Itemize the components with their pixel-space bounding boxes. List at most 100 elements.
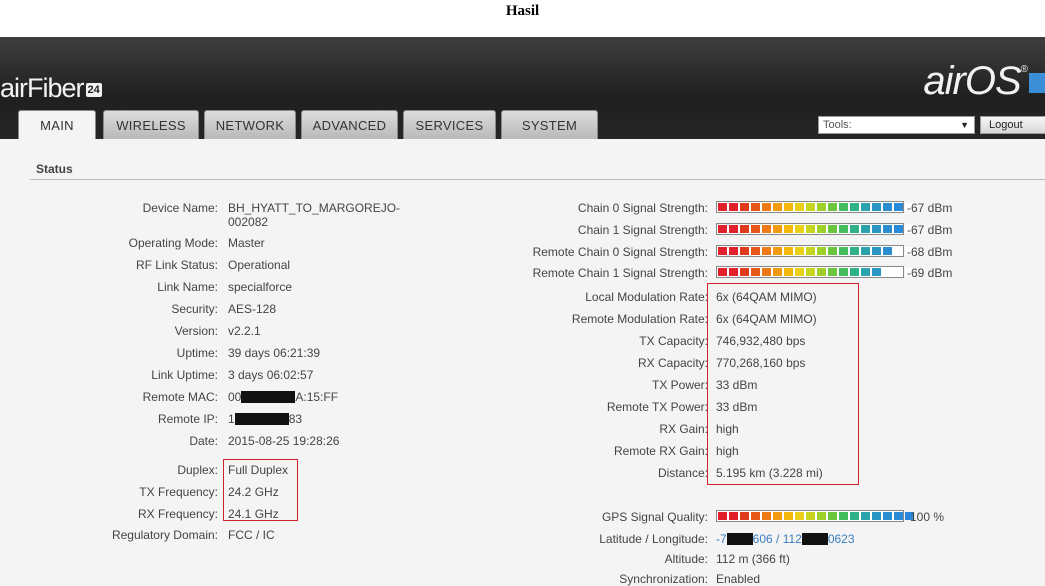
highlight-box-link-stats [707, 283, 859, 485]
signal-segment [773, 512, 782, 520]
signal-segment [773, 203, 782, 211]
tab-network[interactable]: NETWORK [204, 110, 296, 139]
lat-lon-link[interactable]: -7 606 / 112 0623 [716, 532, 855, 546]
chain0-signal-bar [716, 201, 914, 213]
signal-segment [784, 268, 793, 276]
altitude-label: Altitude: [664, 552, 708, 566]
tab-system[interactable]: SYSTEM [501, 110, 598, 139]
figure-caption: Hasil [505, 3, 540, 19]
signal-segment [872, 512, 881, 520]
remote-tx-power-label: Remote TX Power: [606, 400, 708, 414]
date-label: Date: [189, 434, 218, 448]
signal-segment [795, 247, 804, 255]
signal-segment [883, 512, 892, 520]
signal-segment [729, 512, 738, 520]
redaction-bar [801, 533, 828, 545]
signal-segment [751, 247, 760, 255]
signal-segment [718, 203, 727, 211]
signal-segment [729, 225, 738, 233]
signal-segment [828, 512, 837, 520]
rf-link-status-value: Operational [228, 258, 291, 272]
signal-segment [740, 203, 749, 211]
signal-segment [817, 247, 826, 255]
tools-dropdown[interactable]: Tools: ▼ [818, 116, 975, 134]
signal-segment [883, 268, 892, 276]
security-label: Security: [171, 302, 218, 316]
signal-segment [872, 247, 881, 255]
rx-frequency-label: RX Frequency: [137, 507, 218, 521]
tab-wireless[interactable]: WIRELESS [103, 110, 199, 139]
uptime-label: Uptime: [176, 346, 218, 360]
highlight-box-frequency [223, 459, 298, 521]
signal-segment [729, 268, 738, 276]
section-divider [30, 179, 1045, 180]
redaction-bar [726, 533, 753, 545]
gps-quality-bar [716, 510, 914, 522]
remote-chain0-signal-bar [716, 245, 914, 257]
signal-segment [839, 247, 848, 255]
signal-segment [751, 225, 760, 233]
signal-segment [773, 247, 782, 255]
signal-segment [817, 225, 826, 233]
synchronization-label: Synchronization: [619, 572, 708, 586]
signal-segment [751, 203, 760, 211]
signal-segment [828, 225, 837, 233]
signal-segment [773, 225, 782, 233]
synchronization-value: Enabled [716, 572, 761, 586]
date-value: 2015-08-25 19:28:26 [228, 434, 340, 448]
signal-segment [740, 225, 749, 233]
signal-segment [718, 512, 727, 520]
remote-mac-label: Remote MAC: [142, 390, 218, 404]
version-label: Version: [174, 324, 218, 338]
regulatory-domain-value: FCC / IC [228, 528, 275, 542]
duplex-label: Duplex: [177, 463, 218, 477]
signal-segment [718, 247, 727, 255]
chain1-signal-label: Chain 1 Signal Strength: [577, 223, 708, 237]
signal-segment [872, 268, 881, 276]
chain0-signal-label: Chain 0 Signal Strength: [577, 201, 708, 215]
chevron-down-icon: ▼ [960, 120, 969, 130]
redaction-bar [241, 391, 296, 403]
signal-segment [850, 512, 859, 520]
signal-segment [740, 512, 749, 520]
operating-mode-value: Master [228, 236, 265, 250]
signal-segment [883, 225, 892, 233]
local-mod-rate-label: Local Modulation Rate: [585, 290, 708, 304]
link-name-label: Link Name: [157, 280, 218, 294]
signal-segment [762, 225, 771, 233]
signal-segment [828, 247, 837, 255]
tab-advanced[interactable]: ADVANCED [301, 110, 398, 139]
tab-services[interactable]: SERVICES [403, 110, 496, 139]
device-name-label: Device Name: [142, 201, 218, 215]
tx-capacity-label: TX Capacity: [639, 334, 708, 348]
signal-segment [806, 203, 815, 211]
device-name-value-cont: 002082 [228, 215, 269, 229]
operating-mode-label: Operating Mode: [128, 236, 218, 250]
distance-label: Distance: [657, 466, 708, 480]
signal-segment [718, 225, 727, 233]
link-uptime-label: Link Uptime: [151, 368, 218, 382]
signal-segment [795, 268, 804, 276]
chain0-signal-value: -67 dBm [907, 201, 953, 215]
signal-segment [861, 225, 870, 233]
altitude-value: 112 m (366 ft) [716, 552, 790, 566]
signal-segment [806, 268, 815, 276]
rf-link-status-label: RF Link Status: [135, 258, 218, 272]
signal-segment [894, 268, 903, 276]
signal-segment [839, 268, 848, 276]
signal-segment [762, 268, 771, 276]
gps-quality-value: 100 % [910, 510, 945, 524]
version-value: v2.2.1 [228, 324, 261, 338]
signal-segment [850, 268, 859, 276]
remote-mod-rate-label: Remote Modulation Rate: [571, 312, 708, 326]
signal-segment [784, 225, 793, 233]
tab-main[interactable]: MAIN [18, 110, 96, 140]
lat-lon-label: Latitude / Longitude: [599, 532, 708, 546]
logout-button[interactable]: Logout [980, 116, 1045, 134]
signal-segment [762, 203, 771, 211]
signal-segment [883, 247, 892, 255]
signal-segment [839, 225, 848, 233]
signal-segment [894, 247, 903, 255]
signal-segment [806, 512, 815, 520]
chain1-signal-bar [716, 223, 914, 235]
